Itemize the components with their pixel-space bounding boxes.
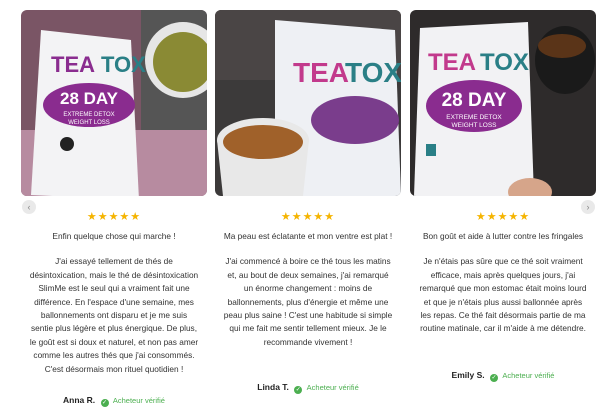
review-text: Enfin quelque chose qui marche ! J'ai es… [29, 230, 199, 376]
line2-text: WEIGHT LOSS [451, 122, 497, 129]
check-circle-icon: ✓ [100, 399, 109, 407]
verified-badge: Acheteur vérifié [306, 383, 359, 392]
verified-badge: Acheteur vérifié [502, 371, 555, 380]
review-body: J'ai commencé à boire ce thé tous les ma… [223, 256, 393, 347]
brand-tea-text: TEA [293, 57, 349, 88]
review-title: Enfin quelque chose qui marche ! [52, 231, 176, 241]
author-name: Anna R. [63, 395, 96, 405]
review-author: Emily S. ✓ Acheteur vérifié [410, 370, 596, 382]
line1-text: EXTREME DETOX [63, 112, 114, 118]
review-photo[interactable]: TEA TOX 28 DAY EXTREME DETOX WEIGHT LOSS [21, 10, 207, 196]
review-author: Anna R. ✓ Acheteur vérifié [21, 395, 207, 407]
day-label-text: 28 DAY [60, 89, 119, 108]
author-name: Emily S. [451, 370, 485, 380]
review-card: TEA TOX 28 DAY EXTREME DETOX WEIGHT LOSS… [21, 10, 207, 410]
review-card: TEA TOX 28 DAY EXTREME DETOX WEIGHT LOSS… [410, 10, 596, 410]
review-photo[interactable]: TEA TOX 28 DAY EXTREME DETOX WEIGHT LOSS [410, 10, 596, 196]
check-circle-icon: ✓ [489, 374, 498, 382]
day-label-text: 28 DAY [442, 90, 507, 111]
review-author: Linda T. ✓ Acheteur vérifié [215, 382, 401, 394]
brand-tox-text: TOX [345, 57, 401, 88]
line1-text: EXTREME DETOX [446, 114, 502, 121]
brand-tea-text: TEA [51, 52, 95, 77]
review-body: J'ai essayé tellement de thés de désinto… [29, 256, 199, 374]
star-rating: ★★★★★ [86, 211, 142, 223]
review-title: Ma peau est éclatante et mon ventre est … [223, 231, 393, 241]
brand-tox-text: TOX [101, 52, 146, 77]
chevron-left-icon[interactable]: ‹ [22, 200, 36, 214]
review-title: Bon goût et aide à lutter contre les fri… [422, 231, 584, 241]
check-circle-icon: ✓ [294, 386, 303, 394]
verified-badge: Acheteur vérifié [112, 396, 165, 405]
review-text: Ma peau est éclatante et mon ventre est … [223, 230, 393, 349]
review-text: Bon goût et aide à lutter contre les fri… [418, 230, 588, 336]
line2-text: WEIGHT LOSS [68, 120, 110, 126]
review-photo[interactable]: TEA TOX [215, 10, 401, 196]
star-rating: ★★★★★ [280, 211, 336, 223]
brand-tox-text: TOX [480, 49, 529, 76]
author-name: Linda T. [257, 382, 289, 392]
star-rating: ★★★★★ [475, 211, 531, 223]
review-card: TEA TOX ★★★★★ Ma peau est éclatante et m… [215, 10, 401, 410]
review-carousel: TEA TOX 28 DAY EXTREME DETOX WEIGHT LOSS… [0, 0, 610, 418]
review-body: Je n'étais pas sûre que ce thé soit vrai… [419, 256, 587, 334]
chevron-right-icon[interactable]: › [581, 200, 595, 214]
brand-tea-text: TEA [428, 49, 476, 76]
